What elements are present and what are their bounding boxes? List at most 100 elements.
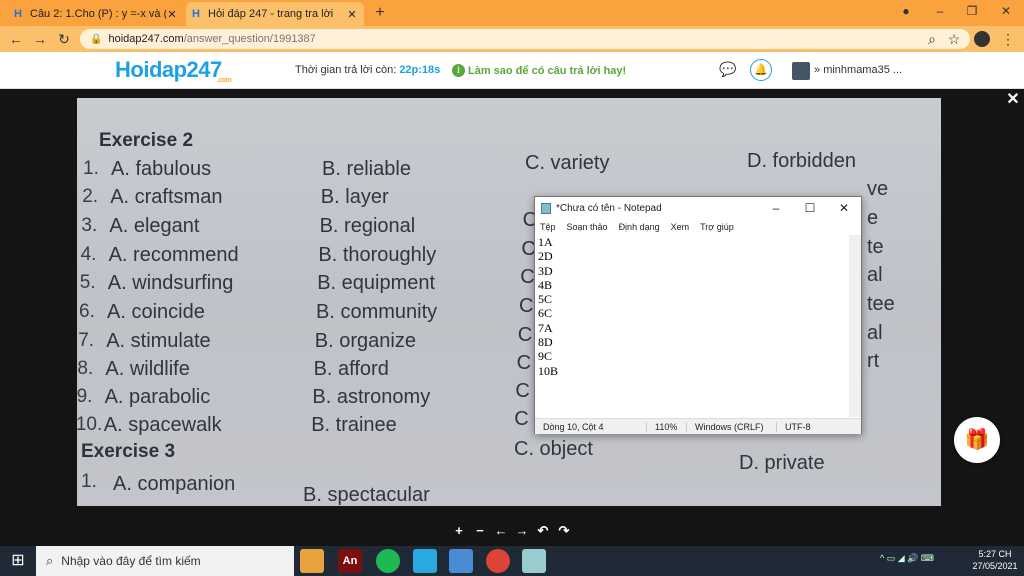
menu-format[interactable]: Định dạng [619, 222, 660, 232]
notepad-close-button[interactable]: ✕ [827, 201, 861, 215]
notepad-titlebar[interactable]: *Chưa có tên - Notepad – ☐ ✕ [535, 197, 861, 219]
row-5-option-c: C [520, 266, 535, 288]
info-icon: i [452, 64, 465, 77]
exercise-3-title: Exercise 3 [81, 441, 176, 462]
chat-icon[interactable]: 💬 [719, 61, 736, 78]
notepad-minimize-button[interactable]: – [759, 201, 793, 215]
menu-edit[interactable]: Soạn thảo [567, 222, 608, 232]
more-menu-icon[interactable]: ⋮ [998, 29, 1018, 49]
site-logo[interactable]: Hoidap247 .com [115, 57, 232, 84]
back-button[interactable]: ← [6, 29, 26, 49]
notepad-scrollbar[interactable] [849, 235, 861, 417]
taskbar-search[interactable]: ⌕ Nhập vào đây để tìm kiếm [36, 546, 294, 576]
app-icon[interactable] [413, 549, 437, 573]
tab-answer[interactable]: H Hỏi đáp 247 - trang tra lời ✕ [186, 2, 364, 26]
row-7-option-d: al [867, 322, 883, 344]
notepad-window[interactable]: *Chưa có tên - Notepad – ☐ ✕ Tệp Soạn th… [534, 196, 862, 434]
exercise-2-title: Exercise 2 [99, 130, 194, 151]
username[interactable]: » minhmama35 ... [814, 64, 902, 76]
menu-file[interactable]: Tệp [540, 222, 556, 232]
status-encoding: UTF-8 [785, 421, 811, 432]
notepad-maximize-button[interactable]: ☐ [793, 201, 827, 215]
tab-question[interactable]: H Câu 2: 1.Cho (P) : y =-x và (d) : y= 2… [8, 2, 184, 26]
taskbar-search-placeholder: Nhập vào đây để tìm kiếm [61, 554, 201, 568]
row-5-option-b: B. equipment [317, 272, 436, 294]
menu-view[interactable]: Xem [671, 222, 690, 232]
prev-icon[interactable]: ← [492, 522, 510, 540]
hoidap-favicon-icon: H [192, 8, 200, 20]
file-explorer-icon[interactable] [300, 549, 324, 573]
notepad-taskbar-icon[interactable] [522, 549, 546, 573]
tab-title: Câu 2: 1.Cho (P) : y =-x và (d) : y= 2 [30, 8, 166, 20]
row-2-option-a: A. craftsman [110, 186, 223, 208]
zoom-in-icon[interactable]: + [450, 522, 468, 540]
row-5-option-a: A. windsurfing [107, 272, 234, 294]
notepad-line: 10B [538, 363, 559, 378]
notepad-line: 2D [538, 249, 553, 264]
tip-link[interactable]: i Làm sao để có câu trả lời hay! [452, 64, 626, 77]
notepad-statusbar: Dòng 10, Cột 4 110% Windows (CRLF) UTF-8 [535, 418, 861, 434]
row-10-number: 10. [77, 414, 103, 435]
ex3-option-c: C. object [514, 438, 593, 460]
taskbar-clock[interactable]: 5:27 CH 27/05/2021 [966, 548, 1024, 572]
answer-timer: Thời gian trả lời còn: 22p:18s [295, 64, 440, 76]
row-1-number: 1. [83, 158, 99, 179]
address-bar[interactable]: 🔒 hoidap247.com/answer_question/1991387 [80, 29, 970, 49]
new-tab-button[interactable]: + [370, 4, 390, 22]
minimize-button[interactable]: – [928, 4, 952, 22]
row-3-option-d: e [867, 207, 879, 229]
maximize-button[interactable]: ❐ [960, 4, 984, 22]
status-zoom: 110% [647, 421, 687, 432]
row-9-number: 9. [77, 386, 93, 407]
row-8-option-a: A. wildlife [105, 358, 190, 380]
profile-avatar[interactable] [974, 31, 990, 47]
rotate-left-icon[interactable]: ↶ [534, 522, 552, 540]
timer-value: 22p:18s [399, 64, 441, 76]
notepad-line: 1A [538, 235, 553, 249]
ex3-option-a: A. companion [113, 473, 236, 495]
row-2-option-d: ve [867, 178, 889, 200]
notepad-menubar: Tệp Soạn thảo Định dạng Xem Trợ giúp [535, 219, 861, 235]
profile-menu-icon[interactable]: ● [894, 4, 918, 22]
search-icon[interactable]: ⌕ [922, 29, 942, 49]
bell-icon[interactable]: 🔔 [750, 59, 772, 81]
gift-icon[interactable]: 🎁 [954, 417, 1000, 463]
mail-icon[interactable] [449, 549, 473, 573]
ex3-option-d: D. private [739, 452, 825, 474]
star-icon[interactable]: ☆ [944, 29, 964, 49]
row-1-option-d: D. forbidden [747, 150, 856, 172]
tab-title: Hỏi đáp 247 - trang tra lời [208, 8, 334, 20]
windows-start-icon[interactable]: ⊞ [0, 546, 36, 576]
adobe-animate-icon[interactable]: An [338, 549, 362, 573]
notepad-line: 4B [538, 277, 553, 292]
close-icon[interactable]: ✕ [1003, 89, 1023, 108]
logo-suffix: .com [217, 77, 232, 84]
next-icon[interactable]: → [513, 522, 531, 540]
row-5-number: 5. [79, 272, 96, 293]
tab-close-icon[interactable]: ✕ [166, 8, 178, 21]
search-icon: ⌕ [46, 553, 54, 568]
close-window-button[interactable]: ✕ [994, 4, 1018, 22]
forward-button[interactable]: → [30, 29, 50, 49]
notepad-icon [541, 202, 551, 214]
row-7-option-a: A. stimulate [106, 330, 211, 352]
row-6-option-c: C [519, 295, 534, 317]
chrome-icon[interactable] [486, 549, 510, 573]
row-4-option-d: te [867, 236, 884, 258]
row-3-number: 3. [81, 215, 98, 236]
zoom-out-icon[interactable]: − [471, 522, 489, 540]
tab-close-icon[interactable]: ✕ [346, 8, 358, 21]
notepad-text-area[interactable]: 1A 2D 3D 4B 5C 6C 7A 8D 9C 10B [537, 235, 849, 417]
hoidap-favicon-icon: H [14, 8, 22, 20]
row-3-option-b: B. regional [319, 215, 416, 237]
reload-button[interactable]: ↻ [54, 29, 74, 49]
avatar[interactable] [792, 62, 810, 80]
system-tray[interactable]: ^ ▭ ◢ 🔊 ⌨ [880, 553, 934, 564]
row-5-option-d: al [867, 264, 883, 286]
row-4-option-a: A. recommend [108, 244, 239, 266]
menu-help[interactable]: Trợ giúp [700, 222, 734, 232]
username-text: minhmama35 ... [823, 64, 903, 76]
spotify-icon[interactable] [376, 549, 400, 573]
row-8-option-d: rt [867, 350, 880, 372]
rotate-right-icon[interactable]: ↷ [555, 522, 573, 540]
